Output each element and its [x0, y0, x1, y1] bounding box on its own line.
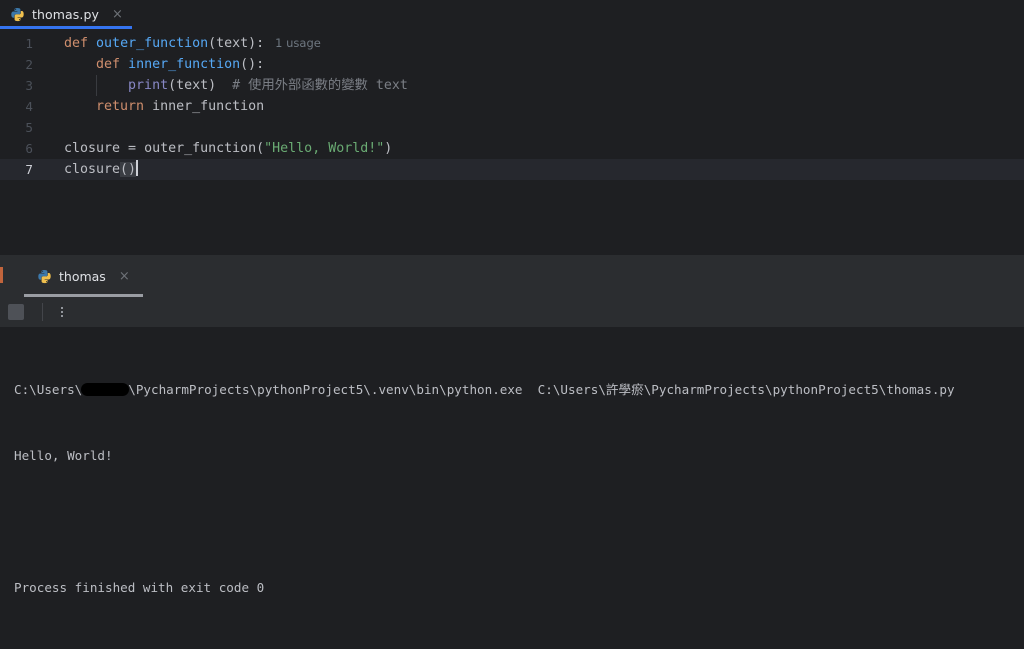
active-run-tab-indicator: [24, 294, 143, 297]
code-token: print: [128, 78, 169, 93]
close-icon[interactable]: ×: [119, 270, 130, 283]
python-run-icon: [37, 269, 52, 284]
code-token: (: [256, 141, 265, 156]
code-line[interactable]: 6 closure = outer_function("Hello, World!…: [0, 138, 1024, 159]
code-line[interactable]: 4 return inner_function: [0, 96, 1024, 117]
code-line[interactable]: 5: [0, 117, 1024, 138]
code-token: 使用外部函數的變數: [248, 78, 368, 93]
code-editor[interactable]: 1 def outer_function(text): 1 usage 2 def …: [0, 29, 1024, 254]
text-caret: [136, 160, 138, 176]
code-token: inner_function: [128, 57, 241, 72]
code-token: closure: [64, 162, 121, 177]
code-text[interactable]: closure(): [43, 159, 1024, 180]
editor-tab-thomas-py[interactable]: thomas.py ×: [0, 0, 132, 29]
line-number: 1: [25, 36, 33, 51]
pycharm-window: thomas.py × 1 def outer_function(text): 1…: [0, 0, 1024, 649]
code-content[interactable]: 1 def outer_function(text): 1 usage 2 def …: [0, 29, 1024, 180]
code-line[interactable]: 2 def inner_function():: [0, 54, 1024, 75]
redacted-username: [81, 383, 130, 396]
console-output[interactable]: C:\Users\ \PycharmProjects\pythonProject5…: [0, 327, 1024, 649]
code-token: (): [120, 162, 137, 177]
code-token: ():: [240, 57, 265, 72]
console-exit-message: Process finished with exit code 0: [14, 580, 265, 595]
code-token: return: [96, 99, 145, 114]
line-number: 3: [25, 78, 33, 93]
indent-guide: [96, 75, 97, 96]
code-token: def: [96, 57, 121, 72]
editor-tab-label: thomas.py: [32, 7, 100, 22]
code-token: inner_function: [144, 99, 265, 114]
run-tool-window: thomas × C:\Users\ \PycharmProjects\pytho…: [0, 254, 1024, 649]
stop-icon[interactable]: [8, 304, 24, 320]
line-number: 4: [25, 99, 33, 114]
toolbar-separator: [42, 303, 43, 321]
code-token: (text):: [208, 36, 265, 51]
run-window-header: thomas ×: [0, 255, 1024, 297]
code-token: ): [384, 141, 393, 156]
code-text[interactable]: closure = outer_function("Hello, World!"…: [43, 138, 1024, 159]
code-text[interactable]: print(text) # 使用外部函數的變數 text: [43, 75, 1024, 96]
code-token: outer_function: [96, 36, 209, 51]
python-file-icon: [10, 7, 25, 22]
code-token: text: [367, 78, 408, 93]
run-toolbar: [0, 297, 1024, 327]
code-line[interactable]: 1 def outer_function(text): 1 usage: [0, 33, 1024, 54]
more-options-icon[interactable]: [57, 304, 67, 320]
code-token: closure =: [64, 141, 145, 156]
line-number: 2: [25, 57, 33, 72]
inlay-usage-hint[interactable]: 1 usage: [264, 36, 321, 50]
code-token: #: [216, 78, 249, 93]
close-icon[interactable]: ×: [112, 8, 123, 21]
run-tab-label: thomas: [59, 268, 106, 284]
code-text[interactable]: return inner_function: [43, 96, 1024, 117]
console-command-suffix: \PycharmProjects\pythonProject5\.venv\bi…: [128, 382, 955, 397]
line-number: 5: [25, 120, 33, 135]
console-command-line: C:\Users\ \PycharmProjects\pythonProject5…: [14, 379, 1024, 401]
line-number: 7: [25, 162, 33, 177]
code-token: (text): [168, 78, 217, 93]
console-program-output: Hello, World!: [14, 448, 113, 463]
code-line[interactable]: 7 closure(): [0, 159, 1024, 180]
console-command-prefix: C:\Users\: [14, 382, 83, 397]
code-token: outer_function: [144, 141, 257, 156]
run-window-edge-marker: [0, 267, 3, 283]
code-text[interactable]: def inner_function():: [43, 54, 1024, 75]
run-tab-thomas[interactable]: thomas ×: [24, 255, 143, 297]
code-text[interactable]: def outer_function(text): 1 usage: [43, 33, 1024, 54]
line-number: 6: [25, 141, 33, 156]
code-line[interactable]: 3 print(text) # 使用外部函數的變數 text: [0, 75, 1024, 96]
code-token: "Hello, World!": [264, 141, 385, 156]
code-token: def: [64, 36, 89, 51]
editor-tab-bar: thomas.py ×: [0, 0, 1024, 29]
